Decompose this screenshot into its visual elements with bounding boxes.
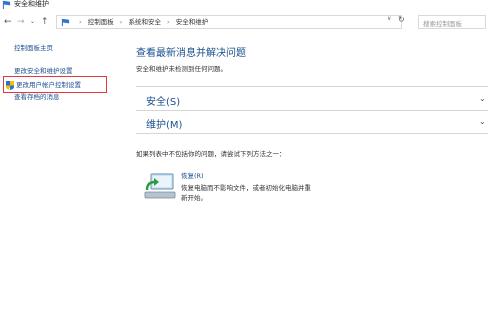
section-maintenance-label[interactable]: 维护(M) (146, 116, 182, 131)
sidebar-item-change-security-settings[interactable]: 更改安全和维护设置 (14, 67, 73, 76)
sidebar-item-control-panel-home[interactable]: 控制面板主页 (14, 44, 53, 53)
window-title: 安全和维护 (14, 0, 49, 8)
breadcrumb-item[interactable]: 控制面板 (88, 18, 114, 26)
chevron-down-icon[interactable]: ⌄ (479, 117, 486, 126)
recovery-description: 恢复电脑而不影响文件，或者初始化电脑并重新开始。 (181, 184, 311, 202)
chevron-right-icon: › (167, 18, 170, 26)
control-panel-icon (61, 18, 70, 27)
refresh-icon[interactable]: ↻ (398, 15, 405, 24)
chevron-right-icon: › (79, 18, 82, 26)
page-title: 查看最新消息并解决问题 (136, 48, 246, 59)
divider (136, 133, 488, 134)
flag-icon (2, 0, 11, 9)
section-security-label[interactable]: 安全(S) (146, 93, 180, 108)
recent-dropdown-icon[interactable]: ⌄ (30, 16, 35, 28)
title-bar: 安全和维护 (0, 0, 489, 11)
address-bar: ← → ⌄ ↑ › 控制面板 › 系统和安全 › 安全和维护 ∨ ↻ 搜索控制面… (0, 13, 489, 31)
recovery-link[interactable]: 恢复(R) (181, 170, 204, 180)
address-field[interactable]: › 控制面板 › 系统和安全 › 安全和维护 (56, 15, 402, 29)
up-icon[interactable]: ↑ (41, 16, 49, 28)
chevron-down-icon[interactable]: ⌄ (479, 94, 486, 103)
breadcrumb-item[interactable]: 系统和安全 (128, 18, 161, 26)
chevron-right-icon: › (119, 18, 123, 26)
uac-shield-icon (6, 81, 14, 90)
sidebar-item-change-uac-settings[interactable]: 更改用户帐户控制设置 (16, 81, 81, 90)
forward-icon[interactable]: → (17, 16, 25, 28)
divider (136, 86, 488, 87)
hint-text: 如果列表中不包括你的问题，请尝试下列方法之一： (136, 150, 286, 158)
breadcrumb-item[interactable]: 安全和维护 (176, 18, 209, 26)
breadcrumb: › 控制面板 › 系统和安全 › 安全和维护 (75, 18, 208, 27)
search-input[interactable]: 搜索控制面板 (418, 15, 486, 29)
divider (136, 110, 488, 111)
sidebar-item-view-archived-messages[interactable]: 查看存档的消息 (14, 93, 60, 102)
page-subtitle: 安全和维护未检测到任何问题。 (136, 65, 227, 73)
address-dropdown-icon[interactable]: ∨ (387, 15, 391, 22)
back-icon[interactable]: ← (4, 16, 12, 28)
recovery-icon[interactable] (141, 168, 181, 208)
